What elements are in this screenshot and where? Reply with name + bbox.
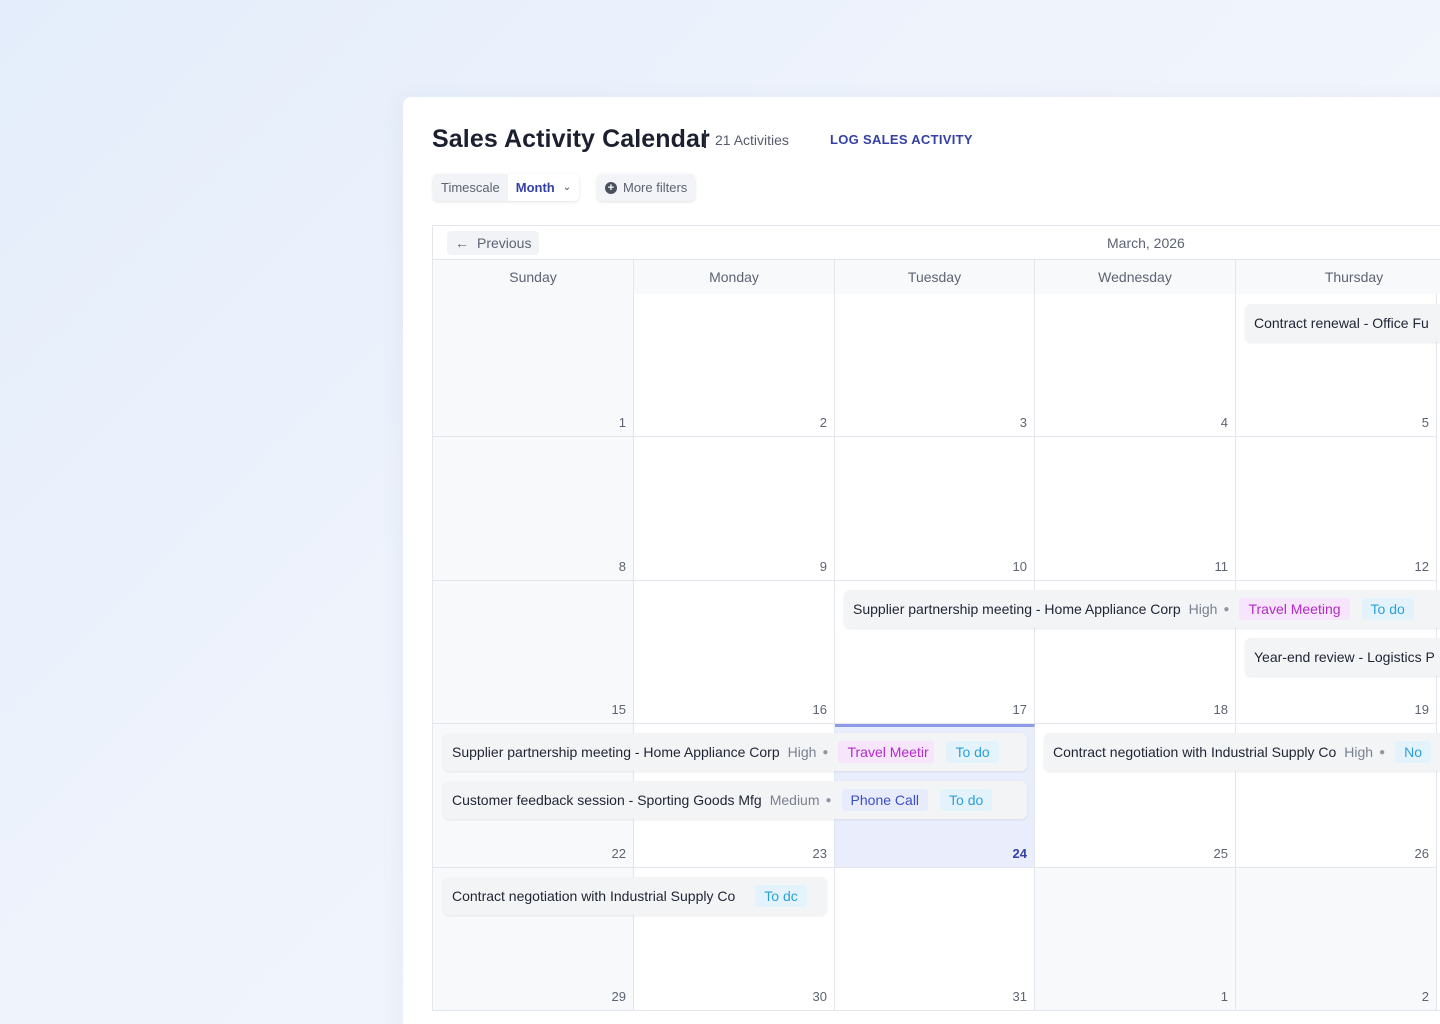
- event-priority: Medium: [769, 792, 820, 808]
- day-number: 4: [1220, 415, 1228, 430]
- event-title: Contract negotiation with Industrial Sup…: [1053, 744, 1337, 760]
- event-title: Contract renewal - Office Fu: [1254, 315, 1429, 331]
- weekday-tuesday: Tuesday: [835, 260, 1035, 294]
- more-filters-label: More filters: [623, 180, 688, 195]
- event-type-badge: Travel Meeting: [1239, 598, 1350, 620]
- day-number: 5: [1421, 415, 1429, 430]
- day-cell[interactable]: 11: [1035, 437, 1236, 581]
- calendar-event[interactable]: Contract negotiation with Industrial Sup…: [1044, 733, 1440, 771]
- event-title: Year-end review - Logistics P: [1254, 649, 1435, 665]
- arrow-left-icon: ←: [455, 235, 469, 251]
- day-number: 3: [1019, 415, 1027, 430]
- calendar-event[interactable]: Contract negotiation with Industrial Sup…: [443, 877, 827, 915]
- separator-dot-icon: ●: [822, 746, 829, 758]
- separator-dot-icon: ●: [825, 794, 832, 806]
- calendar-event[interactable]: Contract renewal - Office Fu: [1245, 304, 1440, 342]
- day-cell[interactable]: 31: [835, 868, 1035, 1011]
- plus-circle-icon: +: [605, 181, 617, 194]
- day-number: 18: [1213, 702, 1228, 717]
- day-number: 2: [1421, 989, 1429, 1004]
- day-number: 12: [1414, 559, 1429, 574]
- month-label: March, 2026: [1107, 235, 1185, 251]
- activity-count: 21 Activities: [715, 132, 789, 148]
- timescale-control: Timescale Month ⌄: [433, 174, 580, 201]
- day-number: 9: [819, 559, 827, 574]
- calendar-panel: Sales Activity Calendar 21 Activities LO…: [403, 97, 1440, 1024]
- day-cell[interactable]: 16: [634, 581, 835, 724]
- previous-month-button[interactable]: ← Previous: [447, 231, 540, 255]
- day-number: 26: [1414, 846, 1429, 861]
- day-cell[interactable]: 10: [835, 437, 1035, 581]
- event-status-badge: To dc: [755, 885, 807, 907]
- day-number: 15: [611, 702, 626, 717]
- day-number: 11: [1214, 559, 1229, 574]
- event-priority: High: [787, 744, 817, 760]
- day-number: 19: [1414, 702, 1429, 717]
- day-number: 10: [1012, 559, 1027, 574]
- weekday-sunday: Sunday: [433, 260, 634, 294]
- day-cell[interactable]: 2: [634, 294, 835, 437]
- timescale-select[interactable]: Month ⌄: [507, 174, 580, 201]
- log-sales-activity-button[interactable]: LOG SALES ACTIVITY: [830, 132, 973, 147]
- calendar-event[interactable]: Supplier partnership meeting - Home Appl…: [844, 590, 1440, 628]
- separator-dot-icon: ●: [1223, 603, 1230, 615]
- day-cell[interactable]: 4: [1035, 294, 1236, 437]
- day-number: 2: [819, 415, 827, 430]
- calendar-header: ← Previous March, 2026: [433, 226, 1440, 260]
- previous-label: Previous: [477, 235, 532, 251]
- day-number: 24: [1012, 846, 1027, 861]
- day-cell[interactable]: 12: [1236, 437, 1437, 581]
- day-number: 23: [812, 846, 827, 861]
- month-calendar: ← Previous March, 2026 Sunday Monday Tue…: [432, 225, 1440, 1011]
- day-number: 1: [618, 415, 626, 430]
- day-number: 16: [812, 702, 827, 717]
- weekday-monday: Monday: [634, 260, 835, 294]
- timescale-label: Timescale: [433, 174, 508, 201]
- day-cell-next-month[interactable]: 2: [1236, 868, 1437, 1011]
- day-number: 1: [1220, 989, 1228, 1004]
- event-status-badge: No: [1395, 741, 1432, 763]
- event-status-badge: To do: [946, 741, 999, 763]
- calendar-event[interactable]: Customer feedback session - Sporting Goo…: [443, 781, 1027, 819]
- chevron-down-icon: ⌄: [562, 182, 572, 193]
- day-cell[interactable]: 9: [634, 437, 835, 581]
- title-divider: [704, 130, 706, 148]
- page-title: Sales Activity Calendar: [432, 125, 710, 153]
- event-type-badge: Travel Meetir: [838, 741, 935, 763]
- day-number: 31: [1012, 989, 1027, 1004]
- event-title: Customer feedback session - Sporting Goo…: [452, 792, 762, 808]
- calendar-event[interactable]: Supplier partnership meeting - Home Appl…: [443, 733, 1027, 771]
- day-cell-next-month[interactable]: 1: [1035, 868, 1236, 1011]
- event-title: Supplier partnership meeting - Home Appl…: [452, 744, 780, 760]
- day-cell[interactable]: 3: [835, 294, 1035, 437]
- day-cell[interactable]: 1: [433, 294, 634, 437]
- more-filters-button[interactable]: + More filters: [597, 174, 696, 201]
- day-number: 22: [611, 846, 626, 861]
- event-type-badge: Phone Call: [841, 789, 929, 811]
- day-number: 17: [1012, 702, 1027, 717]
- day-cell[interactable]: 15: [433, 581, 634, 724]
- calendar-event[interactable]: Year-end review - Logistics P: [1245, 638, 1440, 676]
- separator-dot-icon: ●: [1379, 746, 1386, 758]
- timescale-value: Month: [515, 180, 555, 195]
- day-number: 29: [611, 989, 626, 1004]
- event-title: Contract negotiation with Industrial Sup…: [452, 888, 736, 904]
- event-status-badge: To do: [1361, 598, 1414, 620]
- event-status-badge: To do: [940, 789, 993, 811]
- day-number: 8: [618, 559, 626, 574]
- day-number: 30: [812, 989, 827, 1004]
- event-priority: High: [1344, 744, 1374, 760]
- day-cell[interactable]: 8: [433, 437, 634, 581]
- event-priority: High: [1188, 601, 1218, 617]
- weekday-wednesday: Wednesday: [1035, 260, 1236, 294]
- event-title: Supplier partnership meeting - Home Appl…: [853, 601, 1181, 617]
- weekday-thursday: Thursday: [1236, 260, 1440, 294]
- day-number: 25: [1213, 846, 1228, 861]
- weekday-header-row: Sunday Monday Tuesday Wednesday Thursday: [433, 260, 1440, 294]
